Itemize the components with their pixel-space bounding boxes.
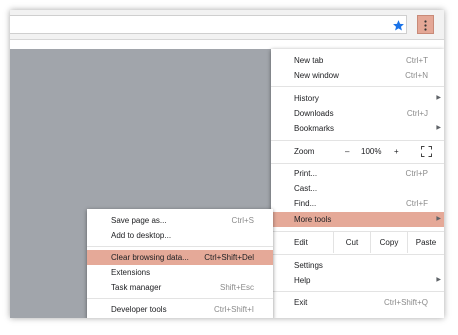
menu-item-label: Clear browsing data...	[111, 253, 189, 262]
menu-item-history[interactable]: History ▶	[271, 91, 444, 106]
main-menu-button[interactable]	[417, 15, 434, 34]
edit-label: Edit	[294, 238, 308, 247]
menu-item-bookmarks[interactable]: Bookmarks ▶	[271, 121, 444, 136]
menu-item-shortcut: Ctrl+S	[231, 216, 254, 225]
menu-item-cast[interactable]: Cast...	[271, 181, 444, 196]
chevron-right-icon: ▶	[436, 95, 441, 101]
menu-item-shortcut: Ctrl+J	[406, 109, 428, 118]
menu-item-save-page[interactable]: Save page as... Ctrl+S	[87, 213, 273, 228]
browser-window: New tab Ctrl+T New window Ctrl+N History…	[10, 10, 444, 318]
menu-item-shortcut: Ctrl+Shift+Q	[383, 298, 428, 307]
menu-item-label: Find...	[294, 199, 317, 208]
menu-item-task-manager[interactable]: Task manager Shift+Esc	[87, 280, 273, 295]
menu-item-extensions[interactable]: Extensions	[87, 265, 273, 280]
menu-separator	[271, 291, 444, 292]
menu-item-new-tab[interactable]: New tab Ctrl+T	[271, 53, 444, 68]
menu-item-print[interactable]: Print... Ctrl+P	[271, 166, 444, 181]
menu-separator	[271, 86, 444, 87]
menu-item-label: History	[294, 94, 319, 103]
zoom-level: 100%	[361, 147, 382, 156]
menu-item-exit[interactable]: Exit Ctrl+Shift+Q	[271, 295, 444, 310]
menu-item-developer-tools[interactable]: Developer tools Ctrl+Shift+I	[87, 302, 273, 317]
menu-item-label: Extensions	[111, 268, 151, 277]
page-content-top	[10, 40, 444, 49]
chevron-right-icon: ▶	[436, 216, 441, 222]
cut-button[interactable]: Cut	[334, 232, 370, 253]
menu-item-label: Exit	[294, 298, 308, 307]
menu-item-label: Add to desktop...	[111, 231, 172, 240]
chevron-right-icon: ▶	[436, 277, 441, 283]
menu-separator	[87, 298, 273, 299]
menu-item-label: Developer tools	[111, 305, 167, 314]
menu-item-shortcut: Ctrl+Shift+I	[213, 305, 254, 314]
menu-separator	[271, 254, 444, 255]
menu-item-help[interactable]: Help ▶	[271, 273, 444, 288]
menu-item-label: New window	[294, 71, 339, 80]
menu-item-label: Task manager	[111, 283, 162, 292]
more-tools-submenu: Save page as... Ctrl+S Add to desktop...…	[87, 209, 273, 318]
zoom-row: Zoom – 100% +	[271, 143, 444, 160]
menu-item-shortcut: Ctrl+Shift+Del	[204, 253, 254, 262]
zoom-label: Zoom	[294, 147, 315, 156]
chrome-main-menu: New tab Ctrl+T New window Ctrl+N History…	[271, 49, 444, 318]
menu-item-more-tools[interactable]: More tools ▶	[271, 212, 444, 227]
menu-item-label: Print...	[294, 169, 318, 178]
edit-row: Edit Cut Copy Paste	[271, 232, 444, 253]
menu-item-label: Save page as...	[111, 216, 167, 225]
menu-item-label: Cast...	[294, 184, 318, 193]
menu-separator	[271, 140, 444, 141]
menu-item-shortcut: Shift+Esc	[219, 283, 254, 292]
menu-item-label: Bookmarks	[294, 124, 335, 133]
zoom-in-button[interactable]: +	[394, 143, 399, 160]
fullscreen-icon[interactable]	[421, 146, 432, 157]
menu-item-label: Help	[294, 276, 311, 285]
menu-item-label: New tab	[294, 56, 324, 65]
menu-item-shortcut: Ctrl+P	[405, 169, 428, 178]
menu-item-add-to-desktop[interactable]: Add to desktop...	[87, 228, 273, 243]
menu-item-clear-browsing-data[interactable]: Clear browsing data... Ctrl+Shift+Del	[87, 250, 273, 265]
address-bar[interactable]	[10, 15, 407, 34]
paste-button[interactable]: Paste	[408, 232, 444, 253]
chevron-right-icon: ▶	[436, 125, 441, 131]
kebab-menu-icon	[424, 20, 427, 31]
menu-item-shortcut: Ctrl+T	[406, 56, 428, 65]
menu-item-shortcut: Ctrl+N	[405, 71, 428, 80]
menu-item-new-window[interactable]: New window Ctrl+N	[271, 68, 444, 83]
menu-item-label: More tools	[294, 215, 332, 224]
menu-item-find[interactable]: Find... Ctrl+F	[271, 196, 444, 211]
zoom-out-button[interactable]: –	[345, 143, 349, 160]
menu-separator	[271, 163, 444, 164]
menu-item-label: Downloads	[294, 109, 334, 118]
copy-button[interactable]: Copy	[371, 232, 407, 253]
menu-item-label: Settings	[294, 261, 323, 270]
menu-item-settings[interactable]: Settings	[271, 258, 444, 273]
menu-item-downloads[interactable]: Downloads Ctrl+J	[271, 106, 444, 121]
browser-toolbar	[10, 10, 444, 40]
menu-item-shortcut: Ctrl+F	[406, 199, 428, 208]
menu-separator	[87, 246, 273, 247]
star-icon[interactable]	[392, 19, 405, 32]
